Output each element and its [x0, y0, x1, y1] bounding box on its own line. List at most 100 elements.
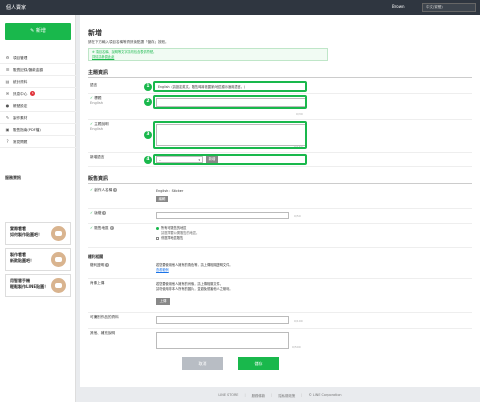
publish-options: 所有可販售的地區 請選擇要公開販售的地區。 僅選擇地區販售 [156, 226, 199, 241]
language-label: 語言 [90, 83, 98, 87]
sidebar-item-guide[interactable]: ▣ 販售指南(PDF檔) [0, 124, 76, 136]
highlight-box-3 [153, 121, 307, 149]
copyright-input[interactable] [156, 212, 289, 219]
sidebar-item-label: 販賣記錄/匯款金額 [13, 67, 43, 72]
notes-row: 其他、補充說明 0/500 [88, 329, 472, 353]
rights-doc-text: 若您要使用他人擁有的角色等，請上傳相關證明文件。 查看範例 [156, 263, 233, 272]
promo-line: 新款貼圖吧！ [10, 257, 34, 263]
promo-line: 製作看看 [10, 252, 26, 257]
radio-selected[interactable]: 僅選擇地區販售 [156, 236, 199, 241]
creator-label: ✓ 創作人名稱? [90, 188, 118, 192]
upload-label: 肖像上傳 [90, 281, 105, 285]
sidebar-item-label: 帳號設定 [13, 103, 28, 108]
book-icon: ▣ [5, 126, 10, 132]
footer: LINE STORE | 服務條款 | 隱私權政策 | © LINE Corporat… [218, 393, 342, 398]
footer-link-privacy[interactable]: 隱私權政策 [278, 393, 295, 398]
character-icon [51, 278, 66, 293]
sidebar-item-messages[interactable]: ✉ 訊息中心 1 [0, 88, 76, 100]
sidebar-item-label: 販售指南(PDF檔) [13, 127, 41, 132]
upload-button[interactable]: 上傳 [156, 298, 170, 305]
chart-icon: ▤ [5, 78, 10, 84]
divider [88, 77, 472, 78]
sidebar-item-materials[interactable]: ✎ 製作素材 [0, 112, 76, 124]
company-row: 可識別作品的資料 0/100 [88, 313, 472, 329]
notes-label: 其他、補充說明 [90, 331, 116, 335]
description-label: ✓ 主題說明 English [90, 122, 109, 131]
character-icon [51, 226, 66, 241]
note-link[interactable]: 詳情請參閱此處 [92, 55, 114, 59]
main-content: 新增 請在下方輸入項目名稱等資訊後點選「儲存」按鈕。 ※ 項目名稱、說明等文字請… [80, 15, 480, 387]
step-marker-4: 4 [144, 156, 152, 164]
upload-row: 肖像上傳 若您要使用他人擁有的肖像，請上傳相關文件。 請勿使用非本人所有的圖片，並… [88, 279, 472, 313]
save-button[interactable]: 儲存 [238, 357, 279, 370]
footer-copyright: © LINE Corporation [308, 393, 342, 397]
title-label: ✓ 標題 English [90, 96, 103, 105]
user-name[interactable]: Brown [392, 4, 405, 9]
new-button-label: 新增 [35, 28, 46, 34]
company-input[interactable] [156, 316, 289, 324]
rights-doc-row: 權利證明? 若您要使用他人擁有的角色等，請上傳相關證明文件。 查看範例 [88, 261, 472, 279]
sidebar-item-sales[interactable]: ☰ 販賣記錄/匯款金額 [0, 64, 76, 76]
person-icon: ● [5, 102, 10, 108]
sidebar-item-label: 訊息中心 [13, 91, 28, 96]
publish-area-row: ✓ 販售地區? 所有可販售的地區 請選擇要公開販售的地區。 僅選擇地區販售 [88, 224, 472, 248]
info-note: ※ 項目名稱、說明等文字請勿包含表情符號。 詳情請參閱此處 [88, 48, 328, 61]
copyright-label: ✓ 版權? [90, 211, 107, 215]
publish-area-label: ✓ 販售地區? [90, 226, 114, 230]
promo-banner-smartphone[interactable]: 用智慧手機 輕鬆製作LINE貼圖！ [5, 274, 71, 297]
list-icon: ☰ [5, 66, 10, 72]
creator-value: English：Sticker [156, 189, 184, 193]
sidebar-item-faq[interactable]: ? 常見問題 [0, 136, 76, 148]
help-icon: ? [113, 188, 118, 192]
highlight-box-4 [153, 154, 307, 165]
gear-icon: ⚙ [5, 54, 10, 60]
help-icon: ? [6, 138, 9, 144]
character-icon [51, 252, 66, 267]
language-select[interactable]: 中文(繁體) [422, 3, 476, 12]
upload-text: 若您要使用他人擁有的肖像，請上傳相關文件。 請勿使用非本人所有的圖片，並避免侵害他… [156, 282, 233, 291]
step-marker-2: 2 [144, 98, 152, 106]
notification-badge: 1 [30, 91, 36, 96]
creator-row: ✓ 創作人名稱? English：Sticker 編輯 [88, 186, 472, 209]
service-info-heading: 服務資訊 [5, 175, 21, 180]
top-bar: 個人賣家 Brown 中文(繁體) [0, 0, 480, 15]
sidebar-item-label: 項目管理 [13, 55, 28, 60]
copyright-counter: 0/50 [294, 214, 301, 218]
footer-link-store[interactable]: LINE STORE [218, 393, 238, 397]
sidebar-item-account[interactable]: ● 帳號設定 [0, 100, 76, 112]
company-counter: 0/100 [294, 319, 303, 323]
company-label: 可識別作品的資料 [90, 315, 119, 319]
help-icon: ? [102, 211, 107, 215]
copyright-row: ✓ 版權? 0/50 [88, 209, 472, 224]
promo-line: 輕鬆製作LINE貼圖！ [10, 283, 49, 289]
rights-doc-label: 權利證明? [90, 263, 110, 267]
sidebar-nav: ⚙ 項目管理 ☰ 販賣記錄/匯款金額 ▤ 統計資料 ✉ 訊息中心 1 ● 帳號設定 ✎ 製作素… [0, 52, 76, 148]
mail-icon: ✉ [5, 90, 10, 96]
new-button[interactable]: ✎ 新增 [5, 23, 71, 40]
sidebar-item-label: 統計資料 [13, 79, 28, 84]
footer-link-terms[interactable]: 服務條款 [252, 393, 266, 398]
notes-counter: 0/500 [292, 345, 301, 349]
edit-icon: ✎ [5, 114, 10, 120]
promo-banner-new[interactable]: 製作看看 新款貼圖吧！ [5, 248, 71, 271]
add-language-label: 新增語言 [90, 155, 105, 159]
promo-banner-howto[interactable]: 實際看看 如何製作貼圖吧！ [5, 222, 71, 245]
divider [88, 183, 472, 184]
example-link[interactable]: 查看範例 [156, 268, 169, 272]
promo-line: 如何製作貼圖吧！ [10, 231, 42, 237]
sidebar: ✎ 新增 ⚙ 項目管理 ☰ 販賣記錄/匯款金額 ▤ 統計資料 ✉ 訊息中心 1 ● 帳號設定… [0, 15, 76, 402]
sidebar-item-stats[interactable]: ▤ 統計資料 [0, 76, 76, 88]
notes-textarea[interactable] [156, 332, 289, 349]
cancel-button[interactable]: 取消 [182, 357, 223, 370]
creator-edit-button[interactable]: 編輯 [156, 196, 168, 202]
help-icon: ? [109, 226, 114, 230]
step-marker-1: 1 [144, 83, 152, 91]
section-sales-heading: 販售資訊 [88, 176, 109, 182]
sidebar-item-items[interactable]: ⚙ 項目管理 [0, 52, 76, 64]
highlight-box-1 [153, 81, 307, 92]
title-counter: 0/30 [296, 112, 303, 116]
page-title: 新增 [88, 29, 102, 37]
rights-subsection: 權利相關 [88, 254, 104, 259]
section-basic-heading: 主題資訊 [88, 70, 109, 76]
promo-line: 用智慧手機 [10, 278, 30, 283]
